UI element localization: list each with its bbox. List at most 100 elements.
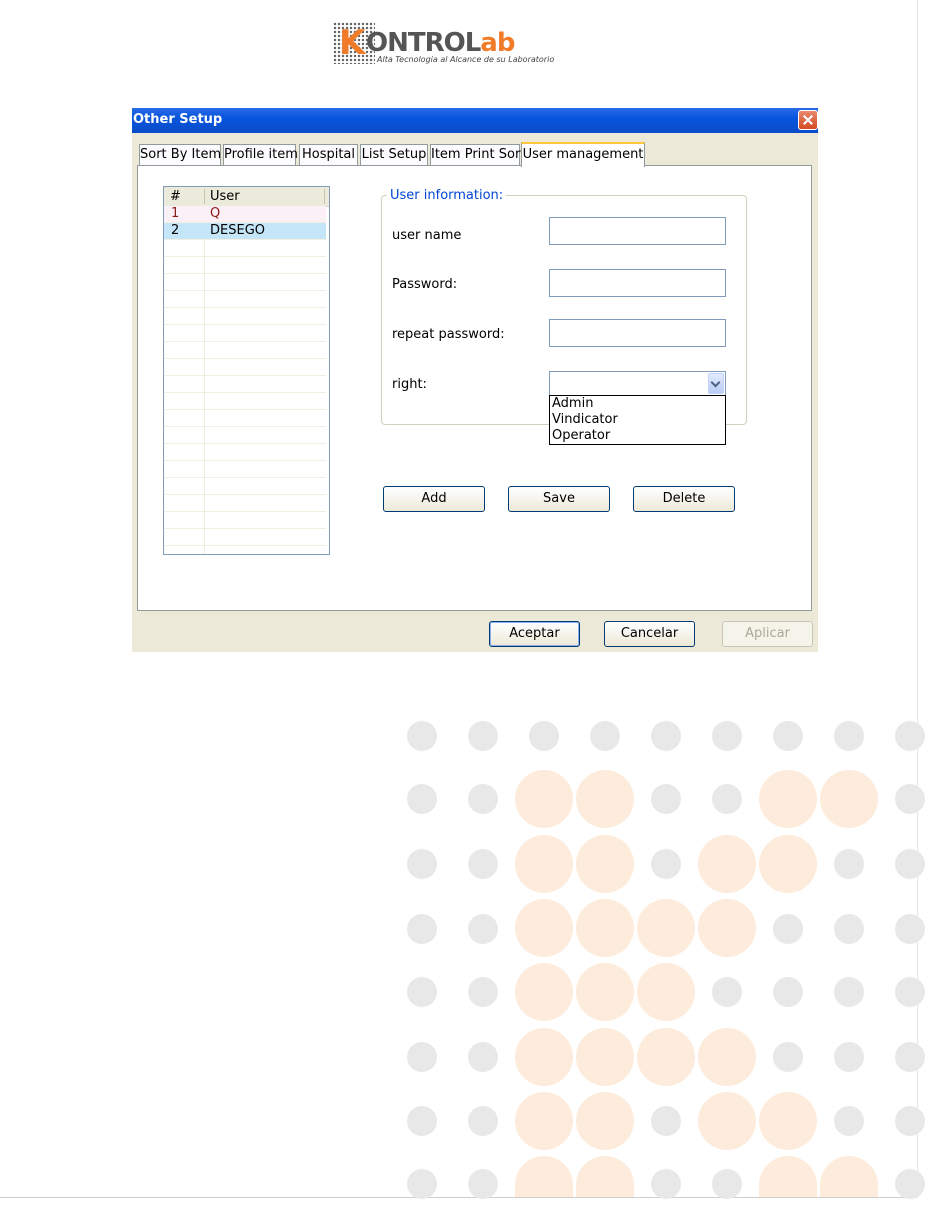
decor-dot — [468, 977, 498, 1007]
delete-button[interactable]: Delete — [633, 486, 735, 512]
decor-dot — [759, 770, 817, 828]
decor-dot — [834, 721, 864, 751]
decor-dot — [712, 721, 742, 751]
decor-dot — [407, 721, 437, 751]
page-bottom-edge — [0, 1197, 917, 1198]
column-header-user[interactable]: User — [210, 189, 240, 204]
accept-button[interactable]: Aceptar — [489, 621, 580, 647]
decor-dot — [895, 1106, 925, 1136]
empty-row — [164, 308, 326, 325]
decor-dot — [759, 835, 817, 893]
decor-dot — [834, 914, 864, 944]
user-list-body: 1 Q 2 DESEGO — [164, 206, 326, 546]
decor-dot — [468, 1169, 498, 1199]
apply-button[interactable]: Aplicar — [722, 621, 813, 647]
tab-user-management[interactable]: User management — [521, 142, 645, 167]
decor-dot — [651, 784, 681, 814]
decor-dot — [637, 1028, 695, 1086]
user-list-header: # User — [164, 187, 329, 207]
decor-dot — [773, 721, 803, 751]
decor-dot — [895, 721, 925, 751]
decor-dot — [515, 770, 573, 828]
decor-dot — [515, 963, 573, 1021]
empty-row — [164, 512, 326, 529]
decor-dot — [576, 770, 634, 828]
decor-dot — [407, 849, 437, 879]
repeat-password-label: repeat password: — [392, 327, 505, 342]
empty-row — [164, 393, 326, 410]
empty-row — [164, 240, 326, 257]
decor-dot — [759, 1092, 817, 1150]
empty-row — [164, 495, 326, 512]
decor-dot — [834, 977, 864, 1007]
user-list[interactable]: # User 1 Q 2 DESEGO — [163, 186, 330, 555]
user-information-legend: User information: — [387, 188, 507, 203]
decor-dot — [407, 1106, 437, 1136]
empty-row — [164, 274, 326, 291]
tab-profile-item[interactable]: Profile item — [223, 144, 298, 165]
decor-dot — [515, 1092, 573, 1150]
tab-item-print-sort[interactable]: Item Print Sort — [430, 144, 525, 165]
add-button[interactable]: Add — [383, 486, 485, 512]
empty-row — [164, 478, 326, 495]
cancel-button[interactable]: Cancelar — [604, 621, 695, 647]
tab-list-setup[interactable]: List Setup — [360, 144, 428, 165]
password-field[interactable] — [549, 269, 726, 297]
decor-dot — [407, 1169, 437, 1199]
decor-dot — [407, 784, 437, 814]
decor-dot — [651, 1106, 681, 1136]
decor-dot — [834, 1106, 864, 1136]
column-header-number[interactable]: # — [170, 189, 181, 204]
decor-dot — [698, 835, 756, 893]
logo-tagline: Alta Tecnologia al Alcance de su Laborat… — [377, 55, 555, 64]
tab-sort-by-item[interactable]: Sort By Item — [139, 144, 221, 165]
option-admin[interactable]: Admin — [550, 396, 725, 412]
decor-dot — [576, 835, 634, 893]
decor-dot — [773, 977, 803, 1007]
user-name-field[interactable] — [549, 217, 726, 245]
table-row-selected[interactable]: 2 DESEGO — [164, 223, 326, 240]
dialog-title: Other Setup — [133, 112, 223, 127]
right-select[interactable] — [549, 371, 726, 396]
decor-dot — [895, 977, 925, 1007]
decor-dot — [895, 784, 925, 814]
chevron-down-icon[interactable] — [708, 373, 724, 394]
decor-dot — [895, 849, 925, 879]
empty-row — [164, 427, 326, 444]
decor-dot — [773, 1042, 803, 1072]
empty-row — [164, 342, 326, 359]
decor-dot — [820, 770, 878, 828]
decor-dot — [468, 721, 498, 751]
decor-dot — [834, 849, 864, 879]
user-management-panel: # User 1 Q 2 DESEGO User information: us… — [137, 165, 812, 611]
decor-dot — [515, 835, 573, 893]
decor-dot — [576, 963, 634, 1021]
decor-dot — [712, 784, 742, 814]
table-row[interactable]: 1 Q — [164, 206, 326, 223]
empty-row — [164, 291, 326, 308]
decor-dot — [529, 721, 559, 751]
decor-dot — [576, 899, 634, 957]
option-vindicator[interactable]: Vindicator — [550, 412, 725, 428]
decor-dot — [515, 899, 573, 957]
decor-dot — [468, 1106, 498, 1136]
save-button[interactable]: Save — [508, 486, 610, 512]
decor-dot — [468, 849, 498, 879]
decor-dot — [468, 914, 498, 944]
decor-dot — [651, 721, 681, 751]
repeat-password-field[interactable] — [549, 319, 726, 347]
decor-dot — [834, 1042, 864, 1072]
decor-dot — [468, 1042, 498, 1072]
decor-dot — [407, 1042, 437, 1072]
decor-dot — [590, 721, 620, 751]
decor-dot — [712, 977, 742, 1007]
decor-dot — [407, 914, 437, 944]
dialog-titlebar[interactable]: Other Setup — [132, 108, 818, 133]
tab-hospital[interactable]: Hospital — [299, 144, 358, 165]
option-operator[interactable]: Operator — [550, 428, 725, 444]
empty-row — [164, 359, 326, 376]
empty-row — [164, 410, 326, 427]
empty-row — [164, 376, 326, 393]
logo-letter-k: K — [339, 23, 366, 63]
close-icon[interactable] — [798, 110, 818, 130]
